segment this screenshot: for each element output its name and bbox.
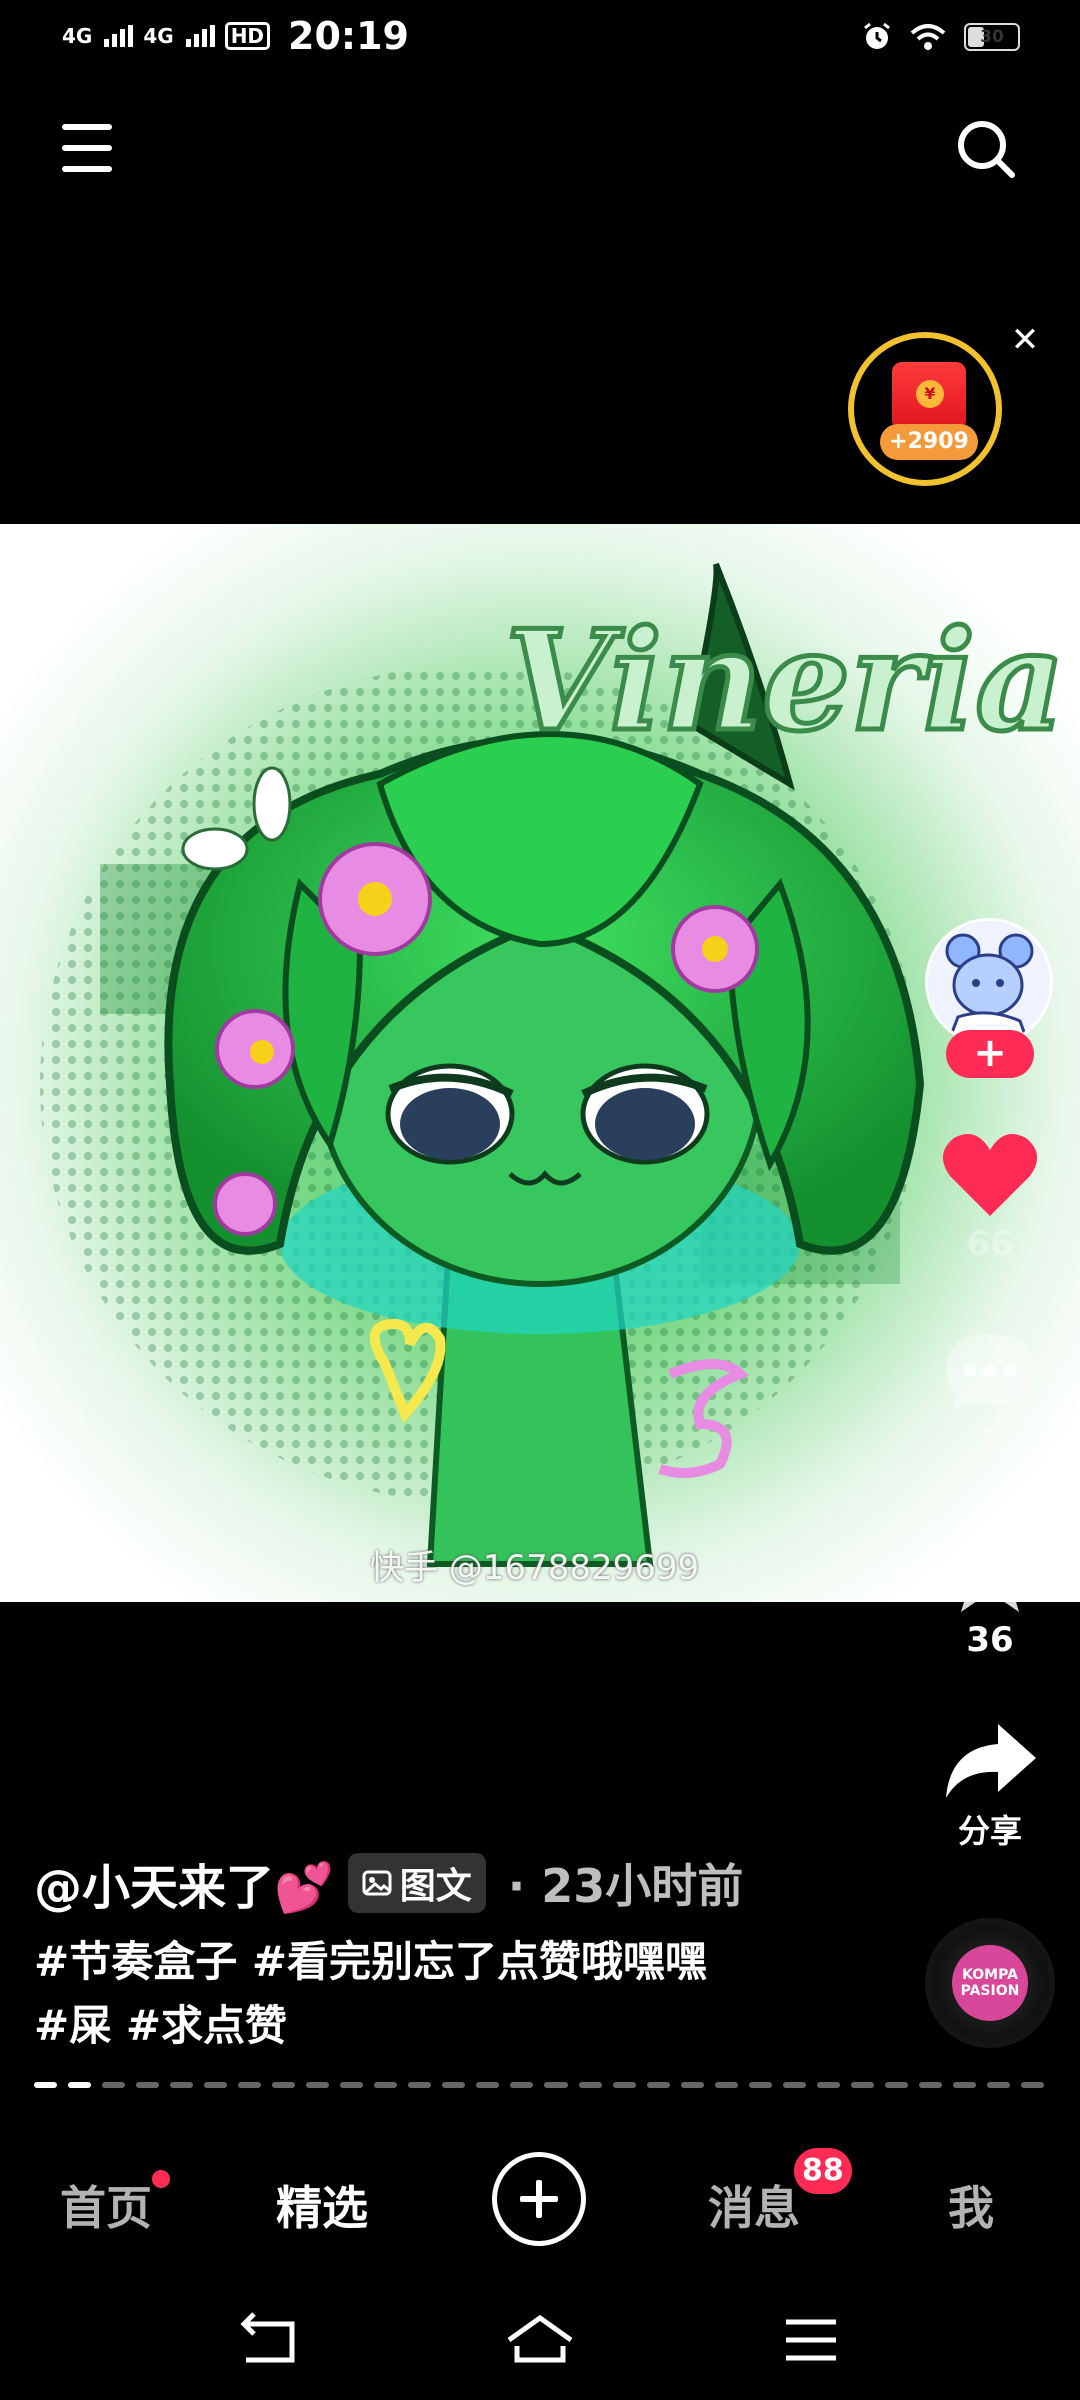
nav-home[interactable]: 首页 — [60, 2172, 152, 2238]
progress-segment — [68, 2082, 92, 2088]
progress-segment — [850, 2082, 874, 2088]
progress-segment — [238, 2082, 262, 2088]
home-icon[interactable] — [505, 2310, 575, 2370]
recent-apps-icon[interactable] — [776, 2310, 846, 2370]
progress-segment — [884, 2082, 908, 2088]
messages-badge: 88 — [794, 2148, 852, 2194]
progress-segment — [816, 2082, 840, 2088]
battery-icon: 30 — [964, 23, 1020, 51]
wifi-icon — [910, 24, 946, 50]
post-type-label: 图文 — [399, 1866, 472, 1907]
progress-segment — [374, 2082, 398, 2088]
status-left: 4G 4G HD 20:19 — [62, 14, 409, 58]
red-envelope-icon: ¥ — [892, 362, 966, 430]
reward-amount: +2909 — [880, 424, 978, 460]
progress-segment — [680, 2082, 704, 2088]
menu-button[interactable] — [62, 122, 112, 174]
bottom-nav: 首页 精选 消息 88 我 — [0, 2130, 1080, 2270]
comment-icon — [946, 1334, 1034, 1412]
share-label: 分享 — [957, 1812, 1022, 1850]
like-button[interactable]: 66 — [930, 1130, 1050, 1264]
progress-segment — [646, 2082, 670, 2088]
progress-segment — [986, 2082, 1010, 2088]
progress-segment — [714, 2082, 738, 2088]
like-count: 66 — [966, 1224, 1014, 1264]
post-time: · 23小时前 — [507, 1859, 744, 1913]
status-bar: 4G 4G HD 20:19 30 — [0, 0, 1080, 80]
star-icon — [944, 1524, 1036, 1612]
progress-segment — [782, 2082, 806, 2088]
nav-me[interactable]: 我 — [948, 2172, 994, 2238]
caption-line: #屎 #求点赞 — [34, 2001, 288, 2050]
caption-line: #节奏盒子 #看完别忘了点赞哦嘿嘿 — [34, 1937, 708, 1986]
comment-count: 7 — [978, 1422, 1002, 1462]
post-type-tag: 图文 — [347, 1853, 486, 1913]
back-icon[interactable] — [234, 2310, 304, 2370]
progress-segment — [340, 2082, 364, 2088]
close-icon[interactable]: ✕ — [1005, 320, 1045, 360]
status-right: 30 — [862, 22, 1020, 52]
heart-icon — [942, 1134, 1038, 1216]
notification-dot — [152, 2170, 170, 2188]
nav-messages[interactable]: 消息 — [708, 2172, 800, 2238]
progress-segment — [34, 2082, 58, 2088]
progress-segment — [306, 2082, 330, 2088]
signal-icon — [104, 25, 134, 47]
hd-voice-icon: HD — [224, 22, 271, 50]
progress-segment — [408, 2082, 432, 2088]
search-icon[interactable] — [955, 118, 1017, 180]
favorite-count: 36 — [966, 1620, 1014, 1660]
progress-segment — [918, 2082, 942, 2088]
share-button[interactable]: 分享 — [930, 1718, 1050, 1852]
progress-segment — [952, 2082, 976, 2088]
watermark: 快手 @1678829699 — [370, 1548, 700, 1588]
author-name[interactable]: @小天来了💕 — [34, 1848, 334, 1918]
progress-segment — [1020, 2082, 1044, 2088]
favorite-button[interactable]: 36 — [930, 1520, 1050, 1660]
author-avatar[interactable] — [925, 918, 1053, 1046]
post-image[interactable]: Vineria — [0, 524, 1080, 1602]
post-caption[interactable]: #节奏盒子 #看完别忘了点赞哦嘿嘿 #屎 #求点赞 — [34, 1930, 894, 2058]
battery-level: 30 — [980, 27, 1004, 47]
music-disc[interactable]: KOMPA PASION — [925, 1918, 1055, 2048]
network-type-1: 4G — [62, 24, 93, 48]
clock: 20:19 — [288, 14, 409, 58]
create-post-button[interactable] — [492, 2152, 586, 2246]
image-progress-indicator — [34, 2082, 1044, 2088]
follow-button[interactable]: + — [946, 1030, 1034, 1078]
progress-segment — [510, 2082, 534, 2088]
progress-segment — [136, 2082, 160, 2088]
progress-segment — [170, 2082, 194, 2088]
progress-segment — [578, 2082, 602, 2088]
progress-segment — [544, 2082, 568, 2088]
alarm-icon — [864, 22, 890, 49]
system-nav-bar — [0, 2280, 1080, 2400]
music-cover-label: KOMPA PASION — [952, 1945, 1028, 2021]
progress-segment — [476, 2082, 500, 2088]
nav-featured[interactable]: 精选 — [276, 2172, 368, 2238]
image-title-text: Vineria — [505, 599, 1065, 762]
progress-segment — [442, 2082, 466, 2088]
progress-segment — [102, 2082, 126, 2088]
image-icon — [362, 1870, 392, 1896]
progress-segment — [272, 2082, 296, 2088]
author-row: @小天来了💕 图文 · 23小时前 — [34, 1848, 743, 1918]
signal-icon — [185, 25, 215, 47]
comment-button[interactable]: 7 — [930, 1328, 1050, 1462]
coin-icon: ¥ — [916, 380, 944, 408]
progress-segment — [748, 2082, 772, 2088]
progress-segment — [612, 2082, 636, 2088]
post-illustration: Vineria — [0, 524, 1080, 1602]
progress-segment — [204, 2082, 228, 2088]
network-type-2: 4G — [143, 24, 174, 48]
share-arrow-icon — [946, 1724, 1036, 1798]
red-packet-reward-widget[interactable]: ¥ +2909 — [848, 332, 1002, 486]
